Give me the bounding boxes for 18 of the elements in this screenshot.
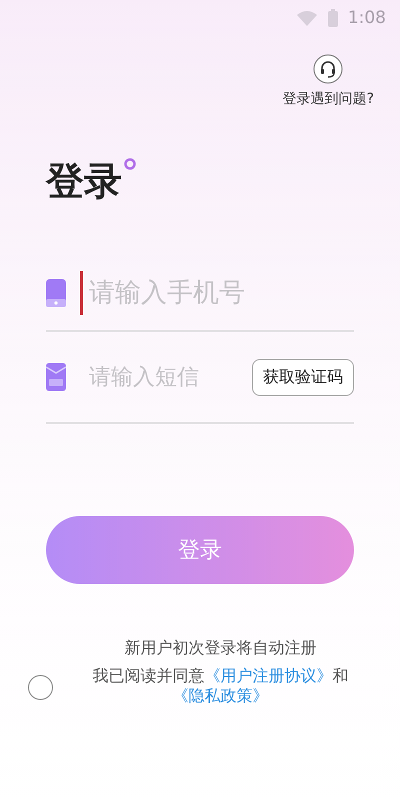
phone-icon [46,279,66,307]
login-button[interactable]: 登录 [46,516,354,584]
user-agreement-link[interactable]: 《用户注册协议》 [204,666,332,685]
get-code-button[interactable]: 获取验证码 [252,358,354,396]
wifi-icon [296,10,318,26]
help-link[interactable]: 登录遇到问题? [282,90,374,108]
status-time: 1:08 [348,8,386,28]
code-input-field[interactable]: 请输入短信 [80,355,238,399]
ring-icon [124,158,136,170]
page-title: 登录 [46,158,122,204]
agreement-text: 我已阅读并同意《用户注册协议》和 《隐私政策》 [92,666,348,706]
privacy-policy-link[interactable]: 《隐私政策》 [172,686,268,705]
agree-checkbox[interactable] [28,674,53,700]
phone-input-field[interactable]: 请输入手机号 [80,271,354,315]
headset-icon[interactable] [313,54,344,84]
auto-register-notice: 新用户初次登录将自动注册 [124,638,316,658]
sms-code-icon [46,363,66,391]
battery-icon [328,9,338,27]
